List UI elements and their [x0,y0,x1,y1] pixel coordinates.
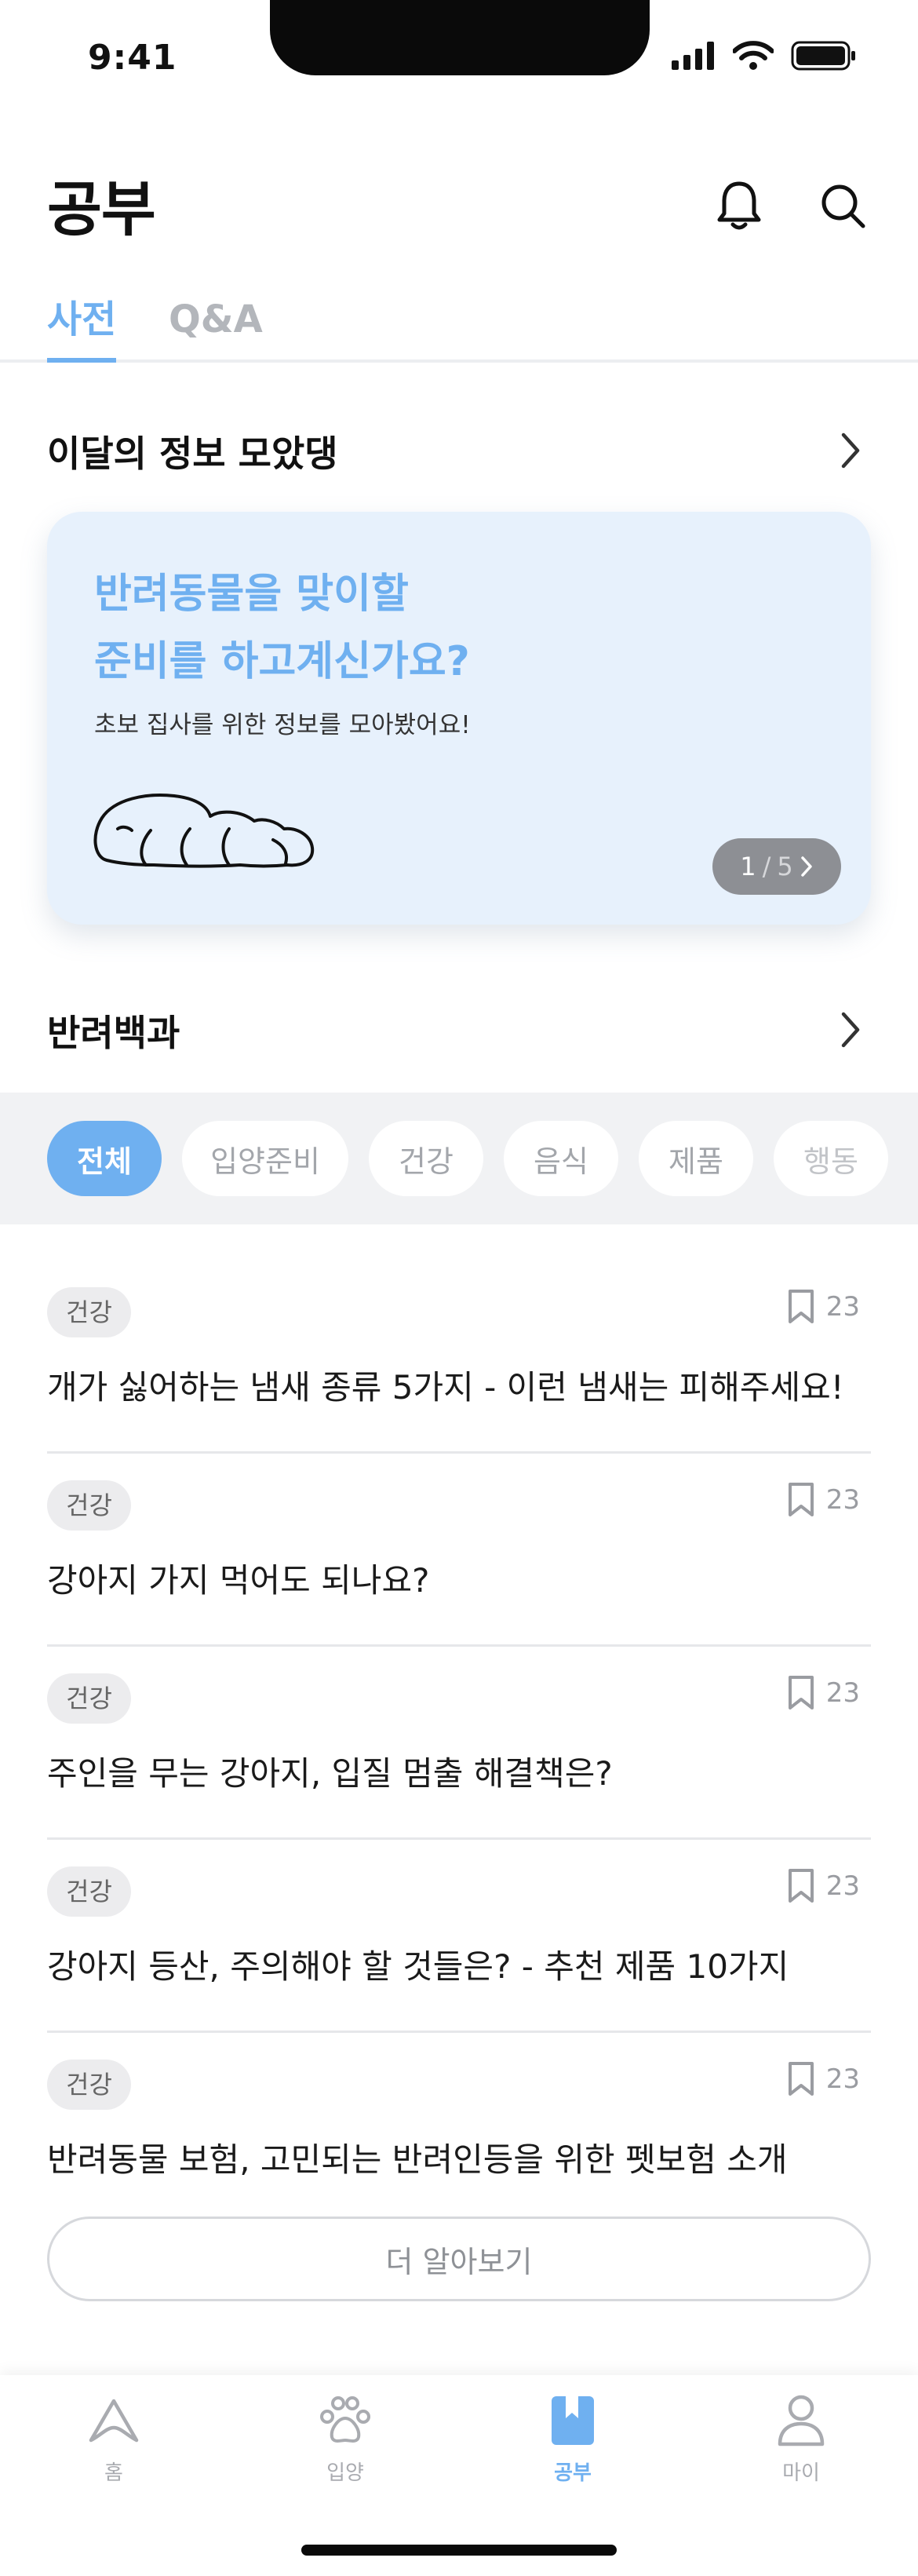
article-title: 강아지 등산, 주의해야 할 것들은? - 추천 제품 10가지 [47,1947,789,1986]
chip-health[interactable]: 건강 [369,1121,483,1196]
status-bar: 9:41 [0,0,918,118]
chip-food[interactable]: 음식 [504,1121,618,1196]
wifi-icon [733,41,774,70]
category-badge: 건강 [47,1287,131,1337]
home-indicator [301,2545,617,2556]
article-title: 강아지 가지 먹어도 되나요? [47,1561,430,1600]
category-chip-bar: 전체 입양준비 건강 음식 제품 행동 [0,1093,918,1224]
encyclopedia-section-title: 반려백과 [47,1012,180,1054]
bookmark-count-value: 23 [825,2063,860,2095]
nav-label-home: 홈 [104,2461,123,2485]
article-item[interactable]: 건강 23 강아지 등산, 주의해야 할 것들은? - 추천 제품 10가지 [47,1840,871,2033]
home-icon [84,2391,144,2450]
nav-item-home[interactable]: 홈 [43,2391,184,2486]
chip-behavior[interactable]: 행동 [774,1121,888,1196]
chevron-right-icon[interactable] [832,1011,869,1049]
status-time: 9:41 [88,38,177,78]
paw-icon [315,2391,375,2450]
banner-title-line1: 반려동물을 맞이할 [94,571,409,618]
category-badge: 건강 [47,1866,131,1917]
banner-page-current: 1 [740,852,756,881]
nav-item-adoption[interactable]: 입양 [275,2391,416,2486]
bookmark-count-value: 23 [825,1291,860,1323]
chevron-right-icon [801,856,812,877]
bookmark-count-value: 23 [825,1870,860,1902]
banner-title-line2: 준비를 하고계신가요? [94,638,470,685]
chip-product[interactable]: 제품 [639,1121,753,1196]
nav-label-adoption: 입양 [326,2461,364,2485]
monthly-section-title: 이달의 정보 모았댕 [47,432,338,475]
bookmark-count[interactable]: 23 [787,1289,860,1325]
bookmark-count-value: 23 [825,1484,860,1516]
tab-bar: 사전 Q&A [0,290,918,363]
bookmark-icon [788,1483,814,1516]
banner-page-total: 5 [777,852,793,881]
banner-page-separator: / [762,852,771,881]
bookmark-icon [788,1676,814,1709]
article-title: 반려동물 보험, 고민되는 반려인등을 위한 펫보험 소개 [47,2140,788,2179]
tab-qna[interactable]: Q&A [169,290,263,363]
sleeping-dog-illustration [93,794,315,868]
bookmark-count[interactable]: 23 [787,2061,860,2097]
banner-title: 반려동물을 맞이할 준비를 하고계신가요? [94,560,722,695]
category-badge: 건강 [47,1673,131,1724]
signal-icon [672,42,714,70]
more-button[interactable]: 더 알아보기 [47,2217,871,2301]
nav-item-my[interactable]: 마이 [730,2391,872,2486]
article-item[interactable]: 건강 23 반려동물 보험, 고민되는 반려인등을 위한 펫보험 소개 [47,2033,871,2226]
bookmark-count[interactable]: 23 [787,1675,860,1711]
bell-icon[interactable] [712,179,766,232]
status-icons [672,41,857,71]
chip-adoption-prep[interactable]: 입양준비 [182,1121,348,1196]
bottom-nav: 홈 입양 공부 마이 [0,2375,918,2576]
battery-icon [791,41,855,71]
monthly-banner-card[interactable]: 반려동물을 맞이할 준비를 하고계신가요? 초보 집사를 위한 정보를 모아봤어… [47,512,871,925]
article-item[interactable]: 건강 23 강아지 가지 먹어도 되나요? [47,1454,871,1647]
bookmark-icon [788,2062,814,2096]
nav-label-study: 공부 [554,2461,592,2485]
page-title: 공부 [47,174,156,244]
article-title: 개가 싫어하는 냄새 종류 5가지 - 이런 냄새는 피해주세요! [47,1368,844,1407]
nav-label-my: 마이 [782,2461,820,2485]
bookmark-icon [788,1290,814,1323]
bookmark-count-value: 23 [825,1677,860,1709]
device-notch [270,0,650,75]
bookmark-icon [788,1869,814,1903]
article-item[interactable]: 건강 23 주인을 무는 강아지, 입질 멈출 해결책은? [47,1647,871,1840]
banner-pagination[interactable]: 1 / 5 [712,838,841,895]
search-icon[interactable] [816,179,869,232]
tab-dictionary[interactable]: 사전 [47,290,117,363]
bookmark-count[interactable]: 23 [787,1868,860,1904]
banner-subtitle: 초보 집사를 위한 정보를 모아봤어요! [94,711,471,739]
chevron-right-icon[interactable] [832,432,869,469]
article-item[interactable]: 건강 23 개가 싫어하는 냄새 종류 5가지 - 이런 냄새는 피해주세요! [47,1261,871,1454]
chip-all[interactable]: 전체 [47,1121,162,1196]
category-badge: 건강 [47,1480,131,1531]
nav-item-study[interactable]: 공부 [502,2391,643,2486]
bookmark-count[interactable]: 23 [787,1482,860,1518]
person-icon [771,2391,831,2450]
book-icon [543,2391,603,2450]
article-title: 주인을 무는 강아지, 입질 멈출 해결책은? [47,1754,613,1793]
category-badge: 건강 [47,2060,131,2110]
